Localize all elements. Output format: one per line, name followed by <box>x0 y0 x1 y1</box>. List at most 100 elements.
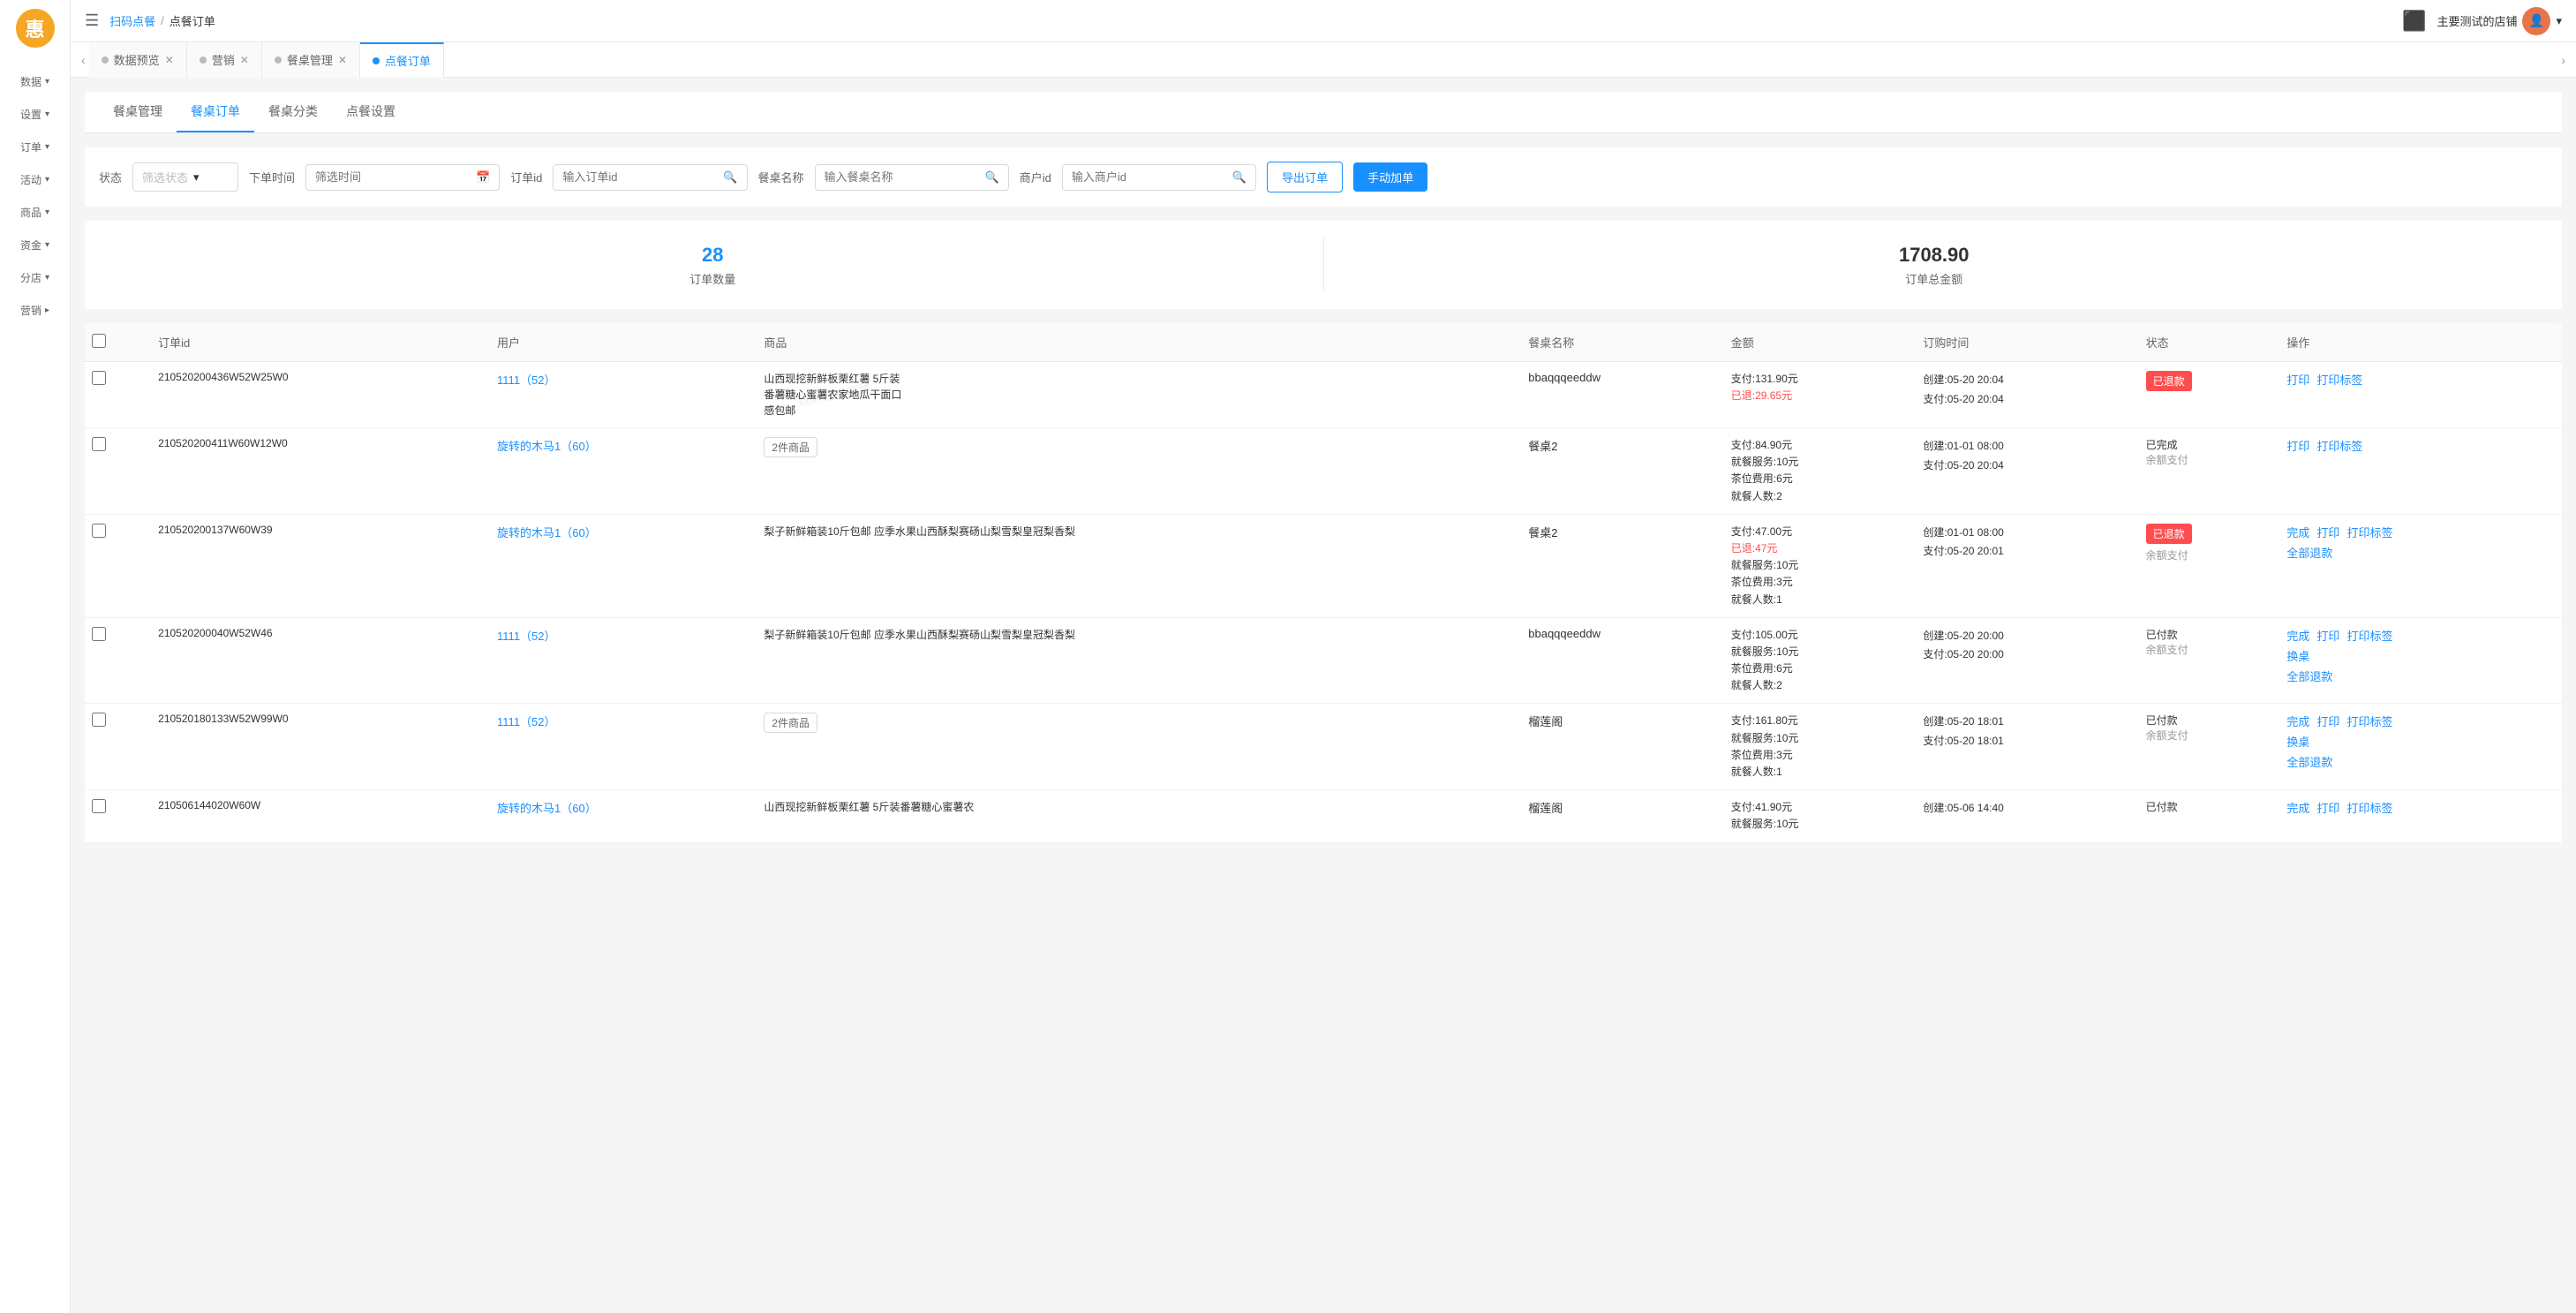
print-button[interactable]: 打印 <box>2286 371 2309 388</box>
total-amount-label: 订单总金额 <box>1324 270 2545 287</box>
tab-close-button[interactable]: ✕ <box>240 54 249 66</box>
row-goods: 山西现挖新鲜板栗红薯 5斤装番薯糖心蜜薯农家地瓜干面口感包邮 数黔应用商城 <box>757 362 1521 428</box>
complete-button[interactable]: 完成 <box>2286 524 2309 540</box>
user-link[interactable]: 1111（52） <box>497 715 556 728</box>
print-tag-button[interactable]: 打印标签 <box>2346 524 2392 540</box>
top-header: ☰ 扫码点餐 / 点餐订单 ⬛ 主要测试的店铺 👤 ▾ <box>71 0 2576 42</box>
row-amount: 支付:84.90元 就餐服务:10元 茶位费用:6元 就餐人数:2 <box>1724 428 1917 515</box>
tab-close-button[interactable]: ✕ <box>338 54 347 66</box>
sub-nav-table-category[interactable]: 餐桌分类 <box>254 92 332 132</box>
user-link[interactable]: 旋转的木马1（60） <box>497 440 597 453</box>
chevron-down-icon: ▾ <box>45 208 49 217</box>
merchant-id-input[interactable]: 🔍 <box>1062 164 1256 191</box>
print-button[interactable]: 打印 <box>2316 524 2339 540</box>
row-checkbox-cell <box>85 704 151 790</box>
tab-scroll-left-button[interactable]: ‹ <box>78 53 89 67</box>
time-info: 创建:01-01 08:00 支付:05-20 20:01 <box>1923 524 2131 562</box>
status-badge-refunded: 已退款 <box>2146 371 2192 391</box>
row-amount: 支付:131.90元 已退:29.65元 <box>1724 362 1917 428</box>
change-table-button[interactable]: 换桌 <box>2286 733 2309 750</box>
add-order-button[interactable]: 手动加单 <box>1353 162 1427 192</box>
sidebar-item-goods[interactable]: 商品 ▾ <box>0 196 70 229</box>
store-selector[interactable]: 主要测试的店铺 👤 ▾ <box>2437 7 2562 35</box>
sidebar-item-branches[interactable]: 分店 ▾ <box>0 261 70 294</box>
print-button[interactable]: 打印 <box>2316 627 2339 644</box>
sidebar-item-marketing[interactable]: 营销 ▸ <box>0 294 70 327</box>
time-input-field[interactable] <box>315 170 471 184</box>
merchant-id-field[interactable] <box>1072 170 1227 184</box>
search-icon[interactable]: 🔍 <box>1232 170 1247 185</box>
change-table-button[interactable]: 换桌 <box>2286 647 2309 664</box>
breadcrumb-parent[interactable]: 扫码点餐 <box>109 12 155 29</box>
tab-table-management[interactable]: 餐桌管理 ✕ <box>262 42 360 78</box>
sub-nav-table-orders[interactable]: 餐桌订单 <box>177 92 254 132</box>
row-checkbox[interactable] <box>92 799 106 813</box>
table-name-input[interactable]: 🔍 <box>815 164 1009 191</box>
user-link[interactable]: 1111（52） <box>497 374 556 387</box>
sidebar-item-finance[interactable]: 资金 ▾ <box>0 229 70 261</box>
sub-nav-order-settings[interactable]: 点餐设置 <box>332 92 410 132</box>
complete-button[interactable]: 完成 <box>2286 627 2309 644</box>
tab-marketing[interactable]: 营销 ✕ <box>187 42 262 78</box>
action-group: 完成 打印 打印标签 换桌 全部退款 <box>2286 627 2555 684</box>
payment-method: 余额支付 <box>2146 642 2273 657</box>
print-tag-button[interactable]: 打印标签 <box>2346 713 2392 729</box>
user-link[interactable]: 1111（52） <box>497 630 556 643</box>
row-status: 已付款 余额支付 <box>2139 704 2280 790</box>
tab-scroll-right-button[interactable]: › <box>2557 53 2569 67</box>
row-checkbox[interactable] <box>92 524 106 538</box>
row-checkbox[interactable] <box>92 713 106 727</box>
qr-icon[interactable]: ⬛ <box>2402 10 2426 33</box>
sub-nav-table-management[interactable]: 餐桌管理 <box>99 92 177 132</box>
print-button[interactable]: 打印 <box>2316 799 2339 816</box>
print-tag-button[interactable]: 打印标签 <box>2346 627 2392 644</box>
user-link[interactable]: 旋转的木马1（60） <box>497 802 597 815</box>
print-button[interactable]: 打印 <box>2316 713 2339 729</box>
row-table-name: 榴莲阁 <box>1521 704 1723 790</box>
table-name-field[interactable] <box>825 170 980 184</box>
sidebar-item-data[interactable]: 数据 ▾ <box>0 65 70 98</box>
search-icon[interactable]: 🔍 <box>985 170 999 185</box>
export-orders-button[interactable]: 导出订单 <box>1267 162 1343 192</box>
time-filter-input[interactable]: 📅 <box>305 164 500 191</box>
row-checkbox[interactable] <box>92 437 106 451</box>
complete-button[interactable]: 完成 <box>2286 799 2309 816</box>
merchant-id-label: 商户id <box>1020 169 1051 185</box>
row-goods: 2件商品 <box>757 704 1521 790</box>
tab-label: 数据预览 <box>114 51 160 68</box>
full-refund-button[interactable]: 全部退款 <box>2286 668 2332 684</box>
sub-nav: 餐桌管理 餐桌订单 餐桌分类 点餐设置 <box>85 92 2562 133</box>
full-refund-button[interactable]: 全部退款 <box>2286 753 2332 770</box>
row-checkbox[interactable] <box>92 371 106 385</box>
order-id-field[interactable] <box>562 170 718 184</box>
chevron-right-icon: ▸ <box>45 306 49 315</box>
print-button[interactable]: 打印 <box>2286 437 2309 454</box>
tab-dot-active <box>373 57 380 64</box>
tab-order-list[interactable]: 点餐订单 <box>360 42 444 78</box>
user-link[interactable]: 旋转的木马1（60） <box>497 526 597 540</box>
search-icon[interactable]: 🔍 <box>723 170 737 185</box>
select-all-checkbox[interactable] <box>92 334 106 348</box>
status-filter-select[interactable]: 筛选状态 ▾ <box>132 162 238 192</box>
full-refund-button[interactable]: 全部退款 <box>2286 544 2332 561</box>
table-row: 210520180133W52W99W0 1111（52） 2件商品 榴莲阁 支… <box>85 704 2562 790</box>
chevron-down-icon: ▾ <box>45 175 49 185</box>
row-status: 已付款 <box>2139 790 2280 842</box>
print-tag-button[interactable]: 打印标签 <box>2316 437 2362 454</box>
row-actions: 完成 打印 打印标签 换桌 全部退款 <box>2279 704 2562 790</box>
row-checkbox[interactable] <box>92 627 106 641</box>
order-id-input[interactable]: 🔍 <box>553 164 747 191</box>
table-name-label: 餐桌名称 <box>758 169 804 185</box>
tab-close-button[interactable]: ✕ <box>165 54 174 66</box>
print-tag-button[interactable]: 打印标签 <box>2346 799 2392 816</box>
sidebar-item-orders[interactable]: 订单 ▾ <box>0 131 70 163</box>
th-actions: 操作 <box>2279 323 2562 362</box>
complete-button[interactable]: 完成 <box>2286 713 2309 729</box>
sidebar-item-settings[interactable]: 设置 ▾ <box>0 98 70 131</box>
sidebar-item-activities[interactable]: 活动 ▾ <box>0 163 70 196</box>
amount-info: 支付:41.90元 就餐服务:10元 <box>1731 799 1909 833</box>
print-tag-button[interactable]: 打印标签 <box>2316 371 2362 388</box>
tab-data-preview[interactable]: 数据预览 ✕ <box>89 42 187 78</box>
row-checkbox-cell <box>85 790 151 842</box>
hamburger-icon[interactable]: ☰ <box>85 11 99 30</box>
